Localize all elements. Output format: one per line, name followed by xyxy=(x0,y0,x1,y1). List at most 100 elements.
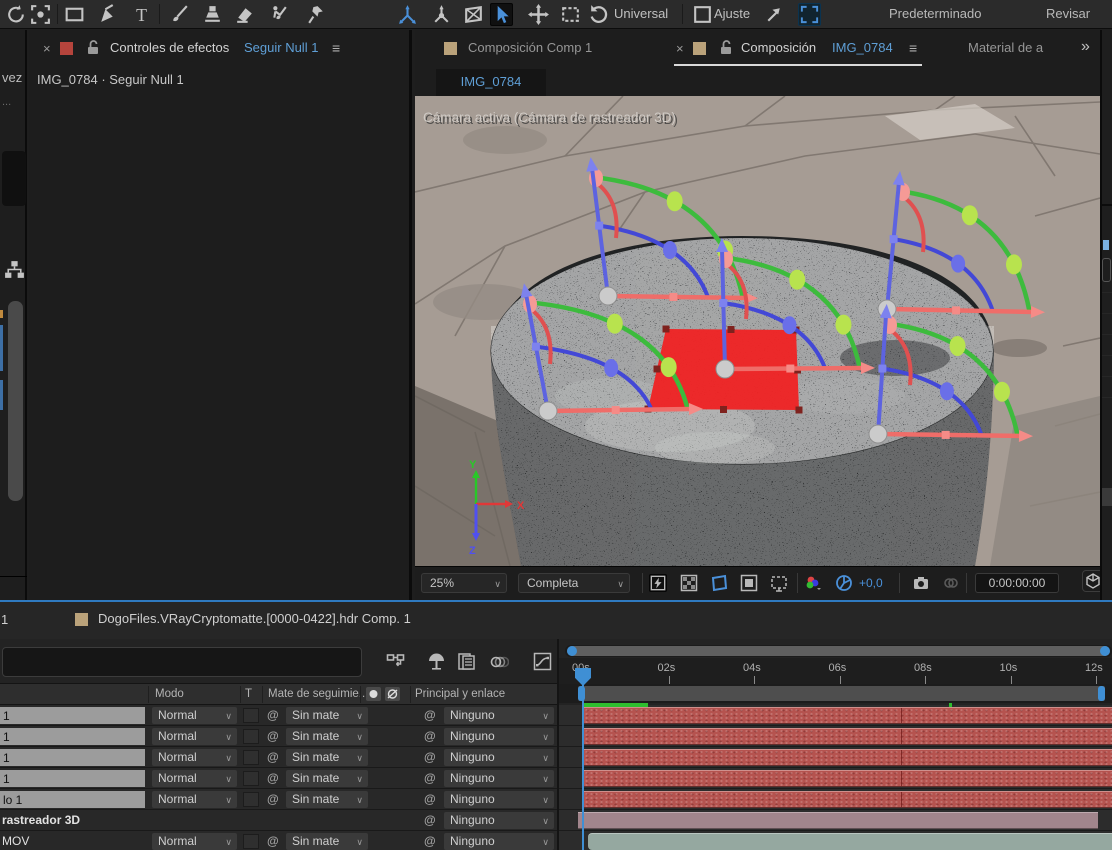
column-t[interactable]: T xyxy=(245,688,252,700)
unlock-icon[interactable] xyxy=(86,40,100,56)
dropdown-ninguno[interactable]: Ninguno∨ xyxy=(444,728,554,745)
pickwhip-icon[interactable]: @ xyxy=(267,792,279,806)
workspace-default-tab[interactable]: Predeterminado xyxy=(889,6,982,21)
pickwhip-icon[interactable]: @ xyxy=(424,813,436,827)
dropdown-ninguno[interactable]: Ninguno∨ xyxy=(444,812,554,829)
dropdown-normal[interactable]: Normal∨ xyxy=(152,707,237,724)
rectangle-tool-icon[interactable] xyxy=(63,3,86,26)
snap-arrow-icon[interactable] xyxy=(762,3,785,26)
timeline-comp-tab[interactable]: DogoFiles.VRayCryptomatte.[0000-0422].hd… xyxy=(98,611,411,626)
layer-row[interactable]: 1Normal∨@Sin mate∨@Ninguno∨ xyxy=(0,705,557,726)
dropdown-sin-mate[interactable]: Sin mate∨ xyxy=(286,749,368,766)
layer-row[interactable]: lo 1Normal∨@Sin mate∨@Ninguno∨ xyxy=(0,789,557,810)
solid-handle[interactable] xyxy=(720,406,727,413)
pickwhip-icon[interactable]: @ xyxy=(424,708,436,722)
marquee-tool-icon[interactable] xyxy=(559,3,582,26)
solid-handle[interactable] xyxy=(663,326,670,333)
tab-material[interactable]: Material de a xyxy=(968,40,1043,55)
view-axis-mode-icon[interactable] xyxy=(462,3,485,26)
snap-label[interactable]: Ajuste xyxy=(714,6,750,21)
brush-tool-icon[interactable] xyxy=(168,3,191,26)
t-switch[interactable] xyxy=(243,792,259,807)
layer-duration-bar[interactable] xyxy=(584,728,1112,745)
mask-visibility-icon[interactable] xyxy=(710,574,728,592)
effect-controls-tab[interactable]: × Controles de efectos Seguir Null 1 ≡ xyxy=(29,38,412,66)
time-ruler[interactable]: 00s02s04s06s08s10s12s xyxy=(559,658,1112,684)
pickwhip-icon[interactable]: @ xyxy=(267,708,279,722)
dropdown-sin-mate[interactable]: Sin mate∨ xyxy=(286,728,368,745)
layer-row[interactable]: rastreador 3D@Ninguno∨ xyxy=(0,810,557,831)
viewer-target-tab[interactable]: IMG_0784 xyxy=(436,69,546,96)
tab-overflow-icon[interactable]: » xyxy=(1081,38,1090,56)
magnification-dropdown[interactable]: 25%∨ xyxy=(421,573,507,593)
solid-handle[interactable] xyxy=(654,366,661,373)
dropdown-ninguno[interactable]: Ninguno∨ xyxy=(444,791,554,808)
layer-row[interactable]: 1Normal∨@Sin mate∨@Ninguno∨ xyxy=(0,768,557,789)
column-mode[interactable]: Modo xyxy=(155,688,184,700)
time-navigator-end-handle[interactable] xyxy=(1100,646,1110,656)
world-axis-mode-icon[interactable] xyxy=(430,3,453,26)
layer-name-selected[interactable]: 1 xyxy=(0,770,145,787)
rotate-behind-tool-icon[interactable] xyxy=(587,3,610,26)
exposure-icon[interactable] xyxy=(835,574,853,592)
dropdown-ninguno[interactable]: Ninguno∨ xyxy=(444,749,554,766)
puppet-pin-tool-icon[interactable] xyxy=(305,3,328,26)
guides-icon[interactable] xyxy=(740,574,758,592)
timeline-search-input[interactable] xyxy=(2,647,362,677)
local-axis-mode-icon[interactable] xyxy=(396,3,419,26)
pickwhip-icon[interactable]: @ xyxy=(267,834,279,848)
solid-handle[interactable] xyxy=(796,407,803,414)
dropdown-normal[interactable]: Normal∨ xyxy=(152,728,237,745)
fast-previews-icon[interactable] xyxy=(649,574,667,592)
selection-tool-icon[interactable] xyxy=(490,3,513,26)
dropdown-ninguno[interactable]: Ninguno∨ xyxy=(444,833,554,850)
t-switch[interactable] xyxy=(243,750,259,765)
roto-brush-tool-icon[interactable] xyxy=(267,3,290,26)
region-of-interest-icon[interactable] xyxy=(770,574,788,592)
clipped-tab-text[interactable]: 1 xyxy=(1,612,8,627)
layer-duration-bar[interactable] xyxy=(578,812,1098,829)
layer-name-selected[interactable]: lo 1 xyxy=(0,791,145,808)
snap-checkbox[interactable] xyxy=(691,3,714,26)
close-tab-icon[interactable]: × xyxy=(43,41,51,56)
snapshot-camera-icon[interactable] xyxy=(912,574,930,592)
move-tool-icon[interactable] xyxy=(527,3,550,26)
tab-composition-comp1[interactable]: Composición Comp 1 xyxy=(468,40,592,55)
t-switch[interactable] xyxy=(243,834,259,849)
solid-handle[interactable] xyxy=(728,326,735,333)
pickwhip-icon[interactable]: @ xyxy=(424,792,436,806)
t-switch[interactable] xyxy=(243,729,259,744)
layer-name-text[interactable]: MOV xyxy=(2,834,29,848)
dropdown-normal[interactable]: Normal∨ xyxy=(152,749,237,766)
pickwhip-icon[interactable]: @ xyxy=(424,750,436,764)
graph-editor-icon[interactable] xyxy=(533,652,552,671)
region-of-interest-toggle-icon[interactable] xyxy=(798,3,821,26)
motion-blur-icon[interactable] xyxy=(490,652,509,671)
tab-composition-active-label[interactable]: Composición xyxy=(741,40,816,55)
tab-composition-active-target[interactable]: IMG_0784 xyxy=(832,40,893,55)
unlock-icon[interactable] xyxy=(719,40,733,56)
t-switch[interactable] xyxy=(243,708,259,723)
dropdown-ninguno[interactable]: Ninguno∨ xyxy=(444,707,554,724)
exposure-value[interactable]: +0,0 xyxy=(859,576,883,590)
layer-duration-bar[interactable] xyxy=(584,749,1112,766)
draft-3d-icon[interactable] xyxy=(427,652,446,671)
dropdown-sin-mate[interactable]: Sin mate∨ xyxy=(286,791,368,808)
alpha-matte-icon[interactable] xyxy=(385,687,400,701)
viewer-timecode[interactable]: 0:00:00:00 xyxy=(975,573,1059,593)
t-switch[interactable] xyxy=(243,771,259,786)
dropdown-sin-mate[interactable]: Sin mate∨ xyxy=(286,770,368,787)
layer-row[interactable]: 1 Normal∨ @ Sin mate∨ @ Ninguno∨ xyxy=(0,747,557,768)
universal-mode-label[interactable]: Universal xyxy=(614,6,668,21)
tab-target-layer[interactable]: Seguir Null 1 xyxy=(244,40,318,55)
pickwhip-icon[interactable]: @ xyxy=(424,729,436,743)
preserve-transparency-icon[interactable] xyxy=(366,687,381,701)
layer-name-selected[interactable]: 1 xyxy=(0,749,145,766)
panel-menu-icon[interactable]: ≡ xyxy=(332,40,340,56)
layer-name-selected[interactable]: 1 xyxy=(0,728,145,745)
pickwhip-icon[interactable]: @ xyxy=(267,750,279,764)
type-tool-icon[interactable]: T xyxy=(130,3,153,26)
rotate-tool-icon[interactable] xyxy=(5,3,28,26)
flowchart-icon[interactable] xyxy=(3,258,26,281)
eraser-tool-icon[interactable] xyxy=(233,3,256,26)
